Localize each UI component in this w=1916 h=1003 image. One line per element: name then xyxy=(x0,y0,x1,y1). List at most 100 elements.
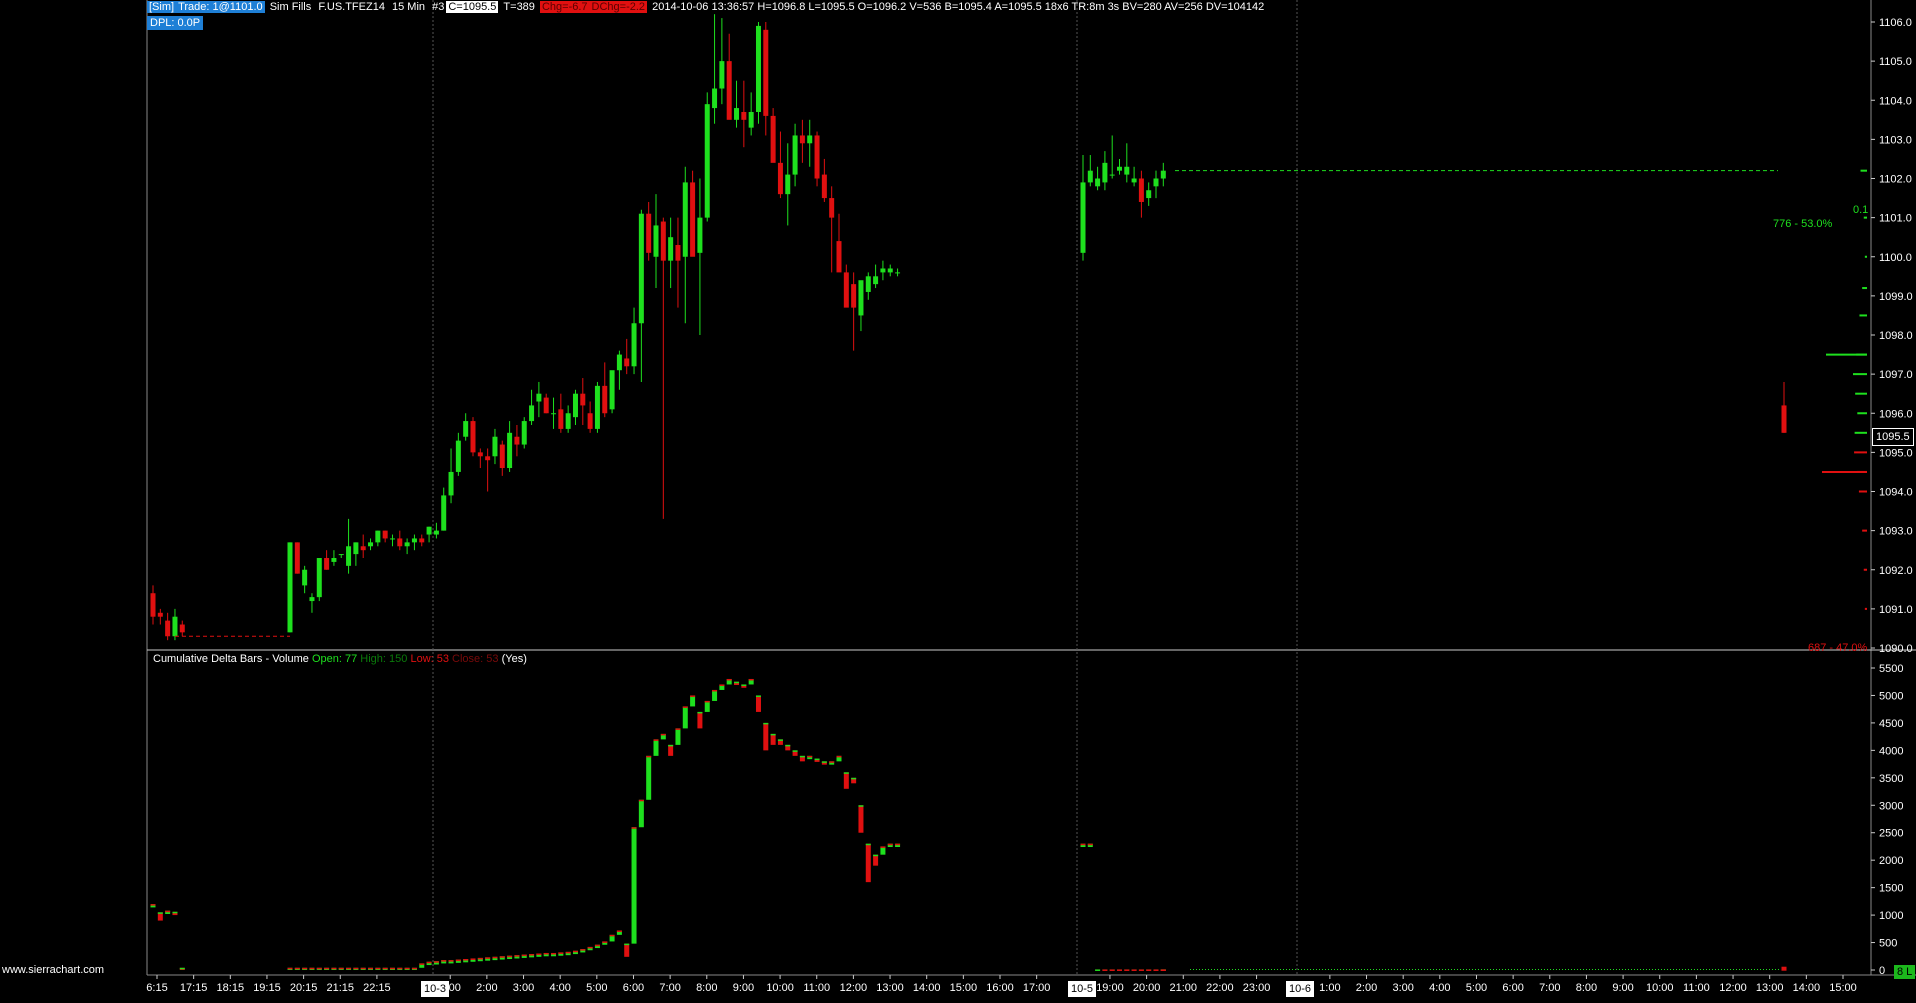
candle-body xyxy=(404,542,410,547)
status-badge[interactable]: 8 L xyxy=(1894,965,1916,979)
delta-axis-label: 500 xyxy=(1879,938,1897,950)
date-tag-10-5: 10-5 xyxy=(1068,981,1097,997)
candle-body xyxy=(887,268,893,273)
delta-bar-cap xyxy=(382,967,388,970)
delta-bar-cap xyxy=(697,711,703,714)
delta-bar-cap xyxy=(419,963,425,965)
delta-bar-cap xyxy=(433,961,439,963)
candle-body xyxy=(668,237,674,261)
candle-body xyxy=(536,393,542,402)
candle-body xyxy=(653,225,659,257)
vp-upper-label-1: 0.1 xyxy=(1853,204,1869,216)
delta-bar-cap xyxy=(887,843,893,846)
delta-bar-cap xyxy=(521,954,527,957)
time-axis-label: 20:00 xyxy=(1133,982,1161,994)
delta-bar xyxy=(646,755,652,800)
candle-body xyxy=(675,245,681,261)
time-axis-label: 11:00 xyxy=(1683,982,1710,994)
subgraph-open: Open: 77 xyxy=(311,653,358,665)
delta-bar-cap xyxy=(368,967,374,970)
price-axis-label: 1095.0 xyxy=(1879,447,1913,459)
price-axis-label: 1097.0 xyxy=(1879,369,1913,381)
candle-body xyxy=(660,221,666,261)
price-axis-label: 1090.0 xyxy=(1879,643,1913,655)
delta-bar-cap xyxy=(316,967,322,970)
candle-body xyxy=(646,213,652,253)
time-axis-label: 23:00 xyxy=(1243,982,1271,994)
candle-body xyxy=(1095,178,1101,187)
candle-body xyxy=(470,421,476,453)
symbol-label[interactable]: F.US.TFEZ14 xyxy=(316,1,387,13)
delta-bar-cap xyxy=(770,733,776,736)
delta-bar xyxy=(704,700,710,712)
delta-bar-cap xyxy=(594,944,600,947)
chart-canvas[interactable]: 1106.0 1105.0 1104.0 1103.0 1102.0 1101.0 1100… xyxy=(0,0,1916,998)
delta-bar-cap xyxy=(470,958,476,960)
candle-body xyxy=(411,538,417,543)
delta-bar-cap xyxy=(485,957,491,959)
candle-body xyxy=(382,530,388,539)
delta-bar-cap xyxy=(157,912,163,914)
delta-bar-cap xyxy=(536,953,542,956)
candle-body xyxy=(433,530,439,535)
time-axis-label: 8:00 xyxy=(1576,982,1597,994)
time-axis-label: 21:15 xyxy=(326,982,354,994)
time-axis-label: 2:00 xyxy=(1356,982,1377,994)
watermark[interactable]: www.sierrachart.com xyxy=(2,964,104,976)
candle-body xyxy=(631,323,637,367)
delta-bar-cap xyxy=(1124,969,1130,971)
delta-bar-cap xyxy=(865,843,871,846)
candle-body xyxy=(521,421,527,445)
volume-profile-bar xyxy=(1857,412,1867,415)
delta-bar-cap xyxy=(1153,969,1159,971)
time-axis-label: 4:00 xyxy=(549,982,570,994)
candle-body xyxy=(829,198,835,218)
candle-body xyxy=(609,370,615,410)
time-axis-label: 3:00 xyxy=(1392,982,1413,994)
candle-body xyxy=(704,104,710,218)
candle-body xyxy=(1124,166,1130,175)
delta-bar-cap xyxy=(529,954,535,956)
candle-body xyxy=(572,393,578,418)
price-axis-label: 1105.0 xyxy=(1879,56,1912,68)
candle-body xyxy=(543,397,549,414)
delta-bar-cap xyxy=(404,967,410,970)
delta-bar xyxy=(763,722,769,751)
candle-body xyxy=(529,405,535,422)
candle-body xyxy=(1102,162,1108,183)
delta-bar-cap xyxy=(660,733,666,736)
delta-bar-cap xyxy=(492,956,498,959)
time-axis-label: 15:00 xyxy=(950,982,978,994)
delta-bar-cap xyxy=(821,761,827,763)
account-badge[interactable]: [Sim] xyxy=(147,1,177,13)
time-axis-label: 1:00 xyxy=(1319,982,1340,994)
change-value: Chg=-6.7 xyxy=(539,1,590,13)
delta-bar xyxy=(638,799,644,828)
chart-window[interactable]: 1106.0 1105.0 1104.0 1103.0 1102.0 1101.0 1100… xyxy=(0,0,1916,998)
time-axis-label: 14:00 xyxy=(1793,982,1821,994)
candle-body xyxy=(734,108,740,120)
candle-body xyxy=(477,452,483,457)
price-axis-label: 1104.0 xyxy=(1879,95,1912,107)
delta-bar-cap xyxy=(1109,969,1115,971)
candle-body xyxy=(455,440,461,472)
candle-body xyxy=(1109,174,1115,176)
delta-bar-cap xyxy=(346,967,352,970)
subgraph-title[interactable]: Cumulative Delta Bars - Volume xyxy=(153,653,309,665)
delta-bar-cap xyxy=(165,910,171,913)
interval-label[interactable]: 15 Min xyxy=(390,1,427,13)
delta-bar-cap xyxy=(843,772,849,774)
delta-bar-cap xyxy=(616,930,622,932)
delta-axis-label: 1000 xyxy=(1879,910,1903,922)
candle-body xyxy=(397,538,403,547)
volume-profile-bar xyxy=(1859,314,1867,317)
candle-body xyxy=(485,456,491,461)
current-price-marker: 1095.5 xyxy=(1872,428,1914,446)
candle-body xyxy=(302,569,308,586)
trade-badge[interactable]: Trade: 1@1101.0 xyxy=(176,1,265,13)
delta-bar-cap xyxy=(726,678,732,681)
candle-body xyxy=(331,558,337,562)
candle-body xyxy=(807,135,813,144)
delta-bar-cap xyxy=(338,967,344,970)
candle-body xyxy=(865,276,871,292)
